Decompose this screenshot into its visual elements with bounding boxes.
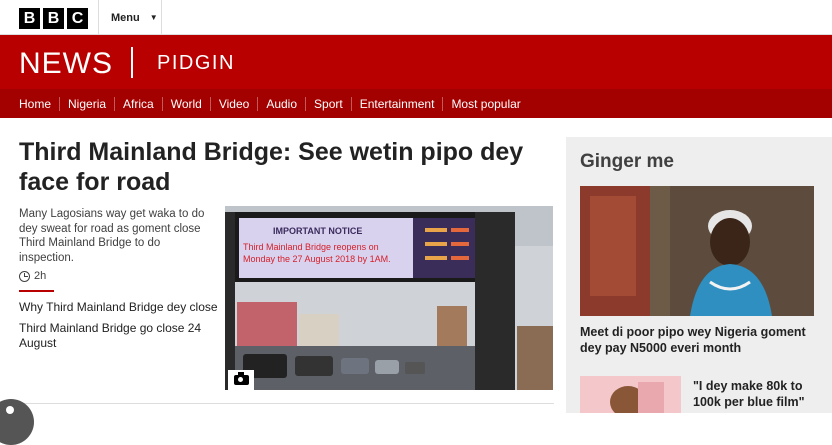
news-brand[interactable]: NEWS <box>19 47 113 81</box>
timestamp-text: 2h <box>34 270 47 282</box>
camera-icon <box>228 370 254 390</box>
edition-name[interactable]: PIDGIN <box>157 52 235 75</box>
chevron-down-icon: ▼ <box>149 13 158 22</box>
nav-item-sport[interactable]: Sport <box>305 96 351 111</box>
billboard-photo: IMPORTANT NOTICE Third Mainland Bridge r… <box>225 206 553 390</box>
sidebar-title: Ginger me <box>580 151 674 172</box>
divider <box>19 290 54 292</box>
billboard-title: IMPORTANT NOTICE <box>273 226 362 236</box>
billboard-line-1: Third Mainland Bridge reopens on <box>243 242 379 252</box>
logo-letter: B <box>19 8 40 29</box>
menu-button[interactable]: Menu ▼ <box>98 0 162 35</box>
sidebar-story-image[interactable] <box>580 376 681 413</box>
nav-item-home[interactable]: Home <box>11 97 59 111</box>
main-headline[interactable]: Third Mainland Bridge: See wetin pipo de… <box>19 137 559 197</box>
story-timestamp: 2h <box>19 270 46 282</box>
nav-item-entertainment[interactable]: Entertainment <box>350 96 443 111</box>
nav-item-world[interactable]: World <box>161 96 210 111</box>
nav-item-audio[interactable]: Audio <box>257 96 305 111</box>
clock-icon <box>19 270 30 282</box>
nav-item-africa[interactable]: Africa <box>114 96 162 111</box>
nav-item-video[interactable]: Video <box>209 96 257 111</box>
billboard-line-2: Monday the 27 August 2018 by 1AM. <box>243 254 391 264</box>
logo-letter: C <box>67 8 88 29</box>
related-link[interactable]: Third Mainland Bridge go close 24 August <box>19 321 209 351</box>
main-nav: Home Nigeria Africa World Video Audio Sp… <box>0 89 832 118</box>
story-thumbnail <box>580 376 681 413</box>
bbc-logo[interactable]: B B C <box>19 8 88 29</box>
nav-item-most-popular[interactable]: Most popular <box>442 96 528 111</box>
menu-label: Menu <box>111 11 140 24</box>
sidebar-story-headline[interactable]: "I dey make 80k to 100k per blue film" <box>693 378 823 410</box>
main-story-image[interactable]: IMPORTANT NOTICE Third Mainland Bridge r… <box>225 206 553 390</box>
user-icon[interactable] <box>0 399 34 445</box>
sidebar-story-headline[interactable]: Meet di poor pipo wey Nigeria goment dey… <box>580 324 820 356</box>
masthead: NEWS PIDGIN <box>0 35 832 89</box>
divider <box>19 403 554 404</box>
masthead-divider <box>131 47 133 78</box>
related-link[interactable]: Why Third Mainland Bridge dey close <box>19 300 219 315</box>
story-summary: Many Lagosians way get waka to do dey sw… <box>19 208 205 264</box>
nav-item-nigeria[interactable]: Nigeria <box>59 96 114 111</box>
top-bar: B B C Menu ▼ <box>0 0 832 35</box>
sidebar-story-image[interactable] <box>580 186 814 316</box>
woman-portrait <box>580 186 814 316</box>
logo-letter: B <box>43 8 64 29</box>
